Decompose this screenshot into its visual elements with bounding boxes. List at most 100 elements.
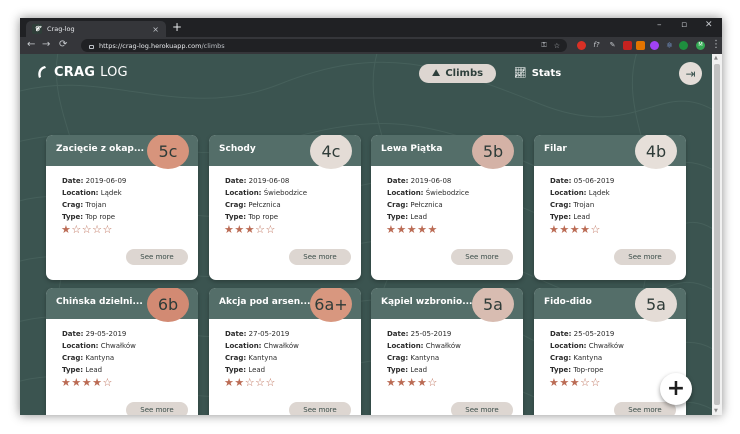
star-filled-icon: ★ (406, 376, 418, 389)
climb-details: Date: 2019-06-09 Location: Lądek Crag: Tro… (62, 175, 126, 223)
see-more-button[interactable]: See more (614, 249, 676, 265)
key-icon[interactable]: ⚿ (541, 41, 546, 50)
star-filled-icon: ★ (61, 376, 72, 389)
climb-card[interactable]: Zacięcie z okap... 5c Date: 2019-06-09 Loca… (46, 135, 198, 280)
page-scrollbar[interactable]: ▲ ▼ (712, 54, 722, 415)
scrollbar-thumb[interactable] (714, 64, 720, 405)
browser-menu-icon[interactable]: ⋮ (711, 39, 721, 51)
extension-purple-icon[interactable] (650, 41, 659, 50)
extension-react-icon[interactable]: ⚛ (665, 41, 674, 50)
see-more-button[interactable]: See more (451, 402, 513, 415)
star-filled-icon: ★ (427, 223, 438, 236)
extension-function-icon[interactable]: f? (592, 41, 601, 50)
nav-climbs-label: Climbs (445, 68, 484, 79)
star-rating: ★★★☆☆ (549, 377, 601, 388)
see-more-button[interactable]: See more (126, 402, 188, 415)
location-value: Świebodzice (263, 189, 308, 197)
star-empty-icon: ☆ (265, 376, 276, 389)
climb-title: Kąpiel wzbronio... (381, 297, 473, 307)
date-row: Date: 2019-06-09 (62, 175, 126, 187)
extension-green-icon[interactable] (679, 41, 688, 50)
star-rating: ★★★★☆ (549, 224, 601, 235)
scroll-up-icon[interactable]: ▲ (714, 55, 718, 61)
browser-tab[interactable]: 𝓒 Crag-log × (26, 21, 166, 37)
climb-title: Filar (544, 144, 567, 154)
type-row: Type: Lead (550, 211, 614, 223)
see-more-button[interactable]: See more (289, 249, 351, 265)
see-more-button[interactable]: See more (614, 402, 676, 415)
climb-card[interactable]: Chińska dzielni... 6b Date: 29-05-2019 Loca… (46, 288, 198, 415)
forward-button[interactable]: → (42, 39, 50, 51)
star-rating: ★☆☆☆☆ (61, 224, 113, 235)
see-more-button[interactable]: See more (126, 249, 188, 265)
climb-details: Date: 25-05-2019 Location: Chwałków Crag: … (387, 328, 461, 376)
see-more-button[interactable]: See more (289, 402, 351, 415)
back-button[interactable]: ← (27, 39, 35, 51)
extension-pen-icon[interactable]: ✎ (608, 41, 617, 50)
extension-2-icon[interactable] (636, 41, 645, 50)
app-logo[interactable]: CRAG LOG (36, 65, 128, 80)
new-tab-button[interactable]: + (172, 20, 182, 34)
add-climb-button[interactable]: + (660, 373, 692, 405)
star-filled-icon: ★ (61, 223, 72, 236)
type-label: Type: (62, 366, 84, 374)
extension-shield-icon[interactable] (577, 41, 586, 50)
url-text[interactable]: https://crag-log.herokuapp.com/climbs (99, 42, 541, 50)
logout-button[interactable]: ⇥ (679, 62, 702, 85)
date-label: Date: (387, 330, 409, 338)
type-row: Type: Top rope (225, 211, 307, 223)
crag-row: Crag: Pełcznica (225, 199, 307, 211)
star-filled-icon: ★ (81, 376, 93, 389)
climb-card[interactable]: Lewa Piątka 5b Date: 2019-06-08 Location: Ś… (371, 135, 523, 280)
type-value: Top rope (85, 213, 116, 221)
tab-close-icon[interactable]: × (152, 25, 159, 34)
star-filled-icon: ★ (580, 223, 591, 236)
star-filled-icon: ★ (549, 223, 560, 236)
climb-card[interactable]: Kąpiel wzbronio... 5a Date: 25-05-2019 Loca… (371, 288, 523, 415)
crag-log-logo-icon (38, 66, 46, 78)
crag-label: Crag: (387, 354, 409, 362)
nav-stats-button[interactable]: 📈︎ Stats (514, 64, 561, 83)
scroll-down-icon[interactable]: ▼ (714, 408, 718, 414)
close-window-button[interactable]: ✕ (705, 20, 713, 30)
date-value: 2019-06-08 (410, 177, 452, 185)
profile-avatar[interactable]: M (696, 41, 705, 50)
climb-card[interactable]: Akcja pod arsen... 6a+ Date: 27-05-2019 Loc… (209, 288, 361, 415)
location-value: Chwałków (588, 342, 624, 350)
date-value: 29-05-2019 (85, 330, 127, 338)
maximize-button[interactable]: ▫ (681, 20, 687, 30)
chart-icon: 📈︎ (514, 68, 527, 79)
type-value: Lead (248, 366, 266, 374)
url-path: /climbs (201, 41, 225, 50)
star-filled-icon: ★ (406, 223, 418, 236)
minimize-button[interactable]: – (657, 20, 662, 30)
crag-label: Crag: (225, 354, 247, 362)
location-row: Location: Chwałków (387, 340, 461, 352)
url-host: https://crag-log.herokuapp.com (99, 41, 202, 50)
crag-row: Crag: Trojan (62, 199, 126, 211)
star-empty-icon: ☆ (590, 376, 601, 389)
climb-card[interactable]: Filar 4b Date: 05-06-2019 Location: Lądek Cr… (534, 135, 686, 280)
date-value: 25-05-2019 (410, 330, 452, 338)
climb-details: Date: 29-05-2019 Location: Chwałków Crag: … (62, 328, 136, 376)
date-value: 25-05-2019 (573, 330, 615, 338)
location-value: Świebodzice (425, 189, 470, 197)
crag-value: Kantyna (248, 354, 278, 362)
see-more-button[interactable]: See more (451, 249, 513, 265)
type-value: Lead (85, 366, 103, 374)
star-filled-icon: ★ (569, 376, 581, 389)
nav-climbs-button[interactable]: ⛰ Climbs (419, 64, 496, 83)
star-filled-icon: ★ (559, 376, 570, 389)
location-row: Location: Chwałków (550, 340, 624, 352)
reload-button[interactable]: ⟳ (59, 39, 67, 51)
climb-card[interactable]: Schody 4c Date: 2019-06-08 Location: Świebo… (209, 135, 361, 280)
date-value: 05-06-2019 (573, 177, 615, 185)
location-value: Lądek (588, 189, 610, 197)
bookmark-star-icon[interactable]: ☆ (554, 42, 560, 50)
type-label: Type: (387, 213, 409, 221)
type-value: Lead (573, 213, 591, 221)
star-filled-icon: ★ (569, 223, 581, 236)
address-bar[interactable]: https://crag-log.herokuapp.com/climbs ⚿ … (81, 39, 567, 52)
location-label: Location: (62, 342, 99, 350)
extension-badge-icon[interactable] (623, 41, 632, 50)
